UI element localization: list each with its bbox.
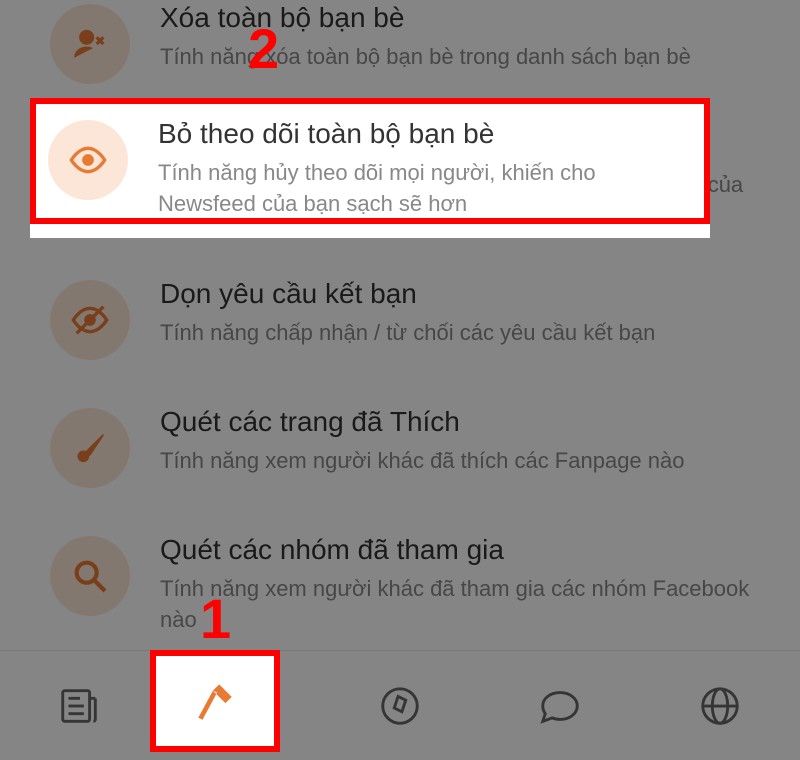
user-remove-icon bbox=[50, 4, 130, 84]
item-title: Quét các trang đã Thích bbox=[160, 404, 770, 440]
brush-icon bbox=[50, 408, 130, 488]
item-scan-liked-pages[interactable]: Quét các trang đã Thích Tính năng xem ng… bbox=[0, 382, 800, 510]
item-scan-joined-groups[interactable]: Quét các nhóm đã tham gia Tính năng xem … bbox=[0, 510, 800, 658]
nav-feed[interactable] bbox=[20, 656, 140, 756]
item-title: Bỏ theo dõi toàn bộ bạn bè bbox=[158, 116, 692, 152]
item-unfollow-all-friends-highlight[interactable]: Bỏ theo dõi toàn bộ bạn bè Tính năng hủy… bbox=[30, 98, 710, 238]
hammer-icon bbox=[190, 676, 240, 726]
item-title: Dọn yêu cầu kết bạn bbox=[160, 276, 770, 312]
eye-icon bbox=[48, 120, 128, 200]
eye-off-icon bbox=[50, 280, 130, 360]
item-delete-all-friends[interactable]: Xóa toàn bộ bạn bè Tính năng xóa toàn bộ… bbox=[0, 0, 800, 106]
item-desc: Tính năng xem người khác đã thích các Fa… bbox=[160, 446, 770, 477]
callout-1: 1 bbox=[200, 586, 231, 651]
search-icon bbox=[50, 536, 130, 616]
item-desc: Tính năng hủy theo dõi mọi người, khiến … bbox=[158, 158, 692, 220]
nav-chat[interactable] bbox=[500, 656, 620, 756]
globe-icon bbox=[697, 683, 743, 729]
item-desc: Tính năng chấp nhận / từ chối các yêu cầ… bbox=[160, 318, 770, 349]
item-desc: Tính năng xem người khác đã tham gia các… bbox=[160, 574, 770, 636]
nav-compass[interactable] bbox=[340, 656, 460, 756]
item-clean-friend-requests[interactable]: Dọn yêu cầu kết bạn Tính năng chấp nhận … bbox=[0, 254, 800, 382]
compass-icon bbox=[377, 683, 423, 729]
newspaper-icon bbox=[57, 683, 103, 729]
item-title: Quét các nhóm đã tham gia bbox=[160, 532, 770, 568]
callout-2: 2 bbox=[248, 16, 279, 81]
bottom-nav bbox=[0, 650, 800, 760]
nav-globe[interactable] bbox=[660, 656, 780, 756]
chat-icon bbox=[537, 683, 583, 729]
